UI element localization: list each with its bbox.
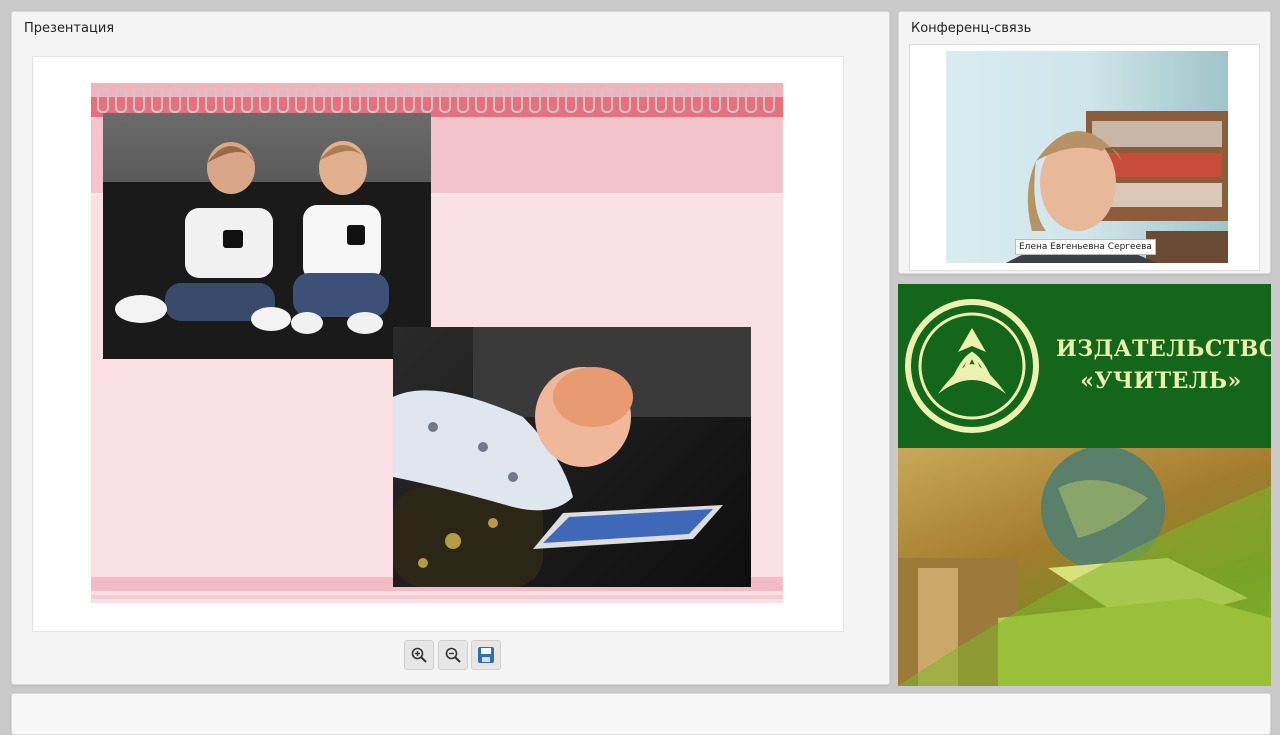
calendar-ring (313, 87, 325, 113)
calendar-ring (295, 87, 307, 113)
calendar-ring (421, 87, 433, 113)
calendar-ring (439, 87, 451, 113)
calendar-ring (259, 87, 271, 113)
calendar-ring (547, 87, 559, 113)
publisher-name-line1: ИЗДАТЕЛЬСТВО (1056, 336, 1271, 362)
save-button[interactable] (471, 640, 501, 670)
calendar-ring (637, 87, 649, 113)
calendar-ring (187, 87, 199, 113)
slide (91, 83, 783, 603)
calendar-ring (529, 87, 541, 113)
calendar-ring (727, 87, 739, 113)
publisher-emblem-icon (905, 299, 1039, 433)
calendar-ring (403, 87, 415, 113)
publisher-logo-area: ИЗДАТЕЛЬСТВО «УЧИТЕЛЬ» (898, 284, 1271, 448)
conference-panel: Конференц-связь Елена Евгеньевна Сергеев… (898, 11, 1271, 274)
bottom-bar (11, 693, 1271, 735)
calendar-ring (97, 87, 109, 113)
publisher-banner[interactable]: ИЗДАТЕЛЬСТВО «УЧИТЕЛЬ» (898, 284, 1271, 686)
calendar-ring (709, 87, 721, 113)
calendar-ring (763, 87, 775, 113)
conference-title: Конференц-связь (911, 21, 1032, 36)
video-frame: Елена Евгеньевна Сергеева (909, 44, 1260, 271)
calendar-ring (205, 87, 217, 113)
calendar-ring (475, 87, 487, 113)
zoom-in-button[interactable] (404, 640, 434, 670)
calendar-ring (583, 87, 595, 113)
calendar-ring (115, 87, 127, 113)
calendar-ring (385, 87, 397, 113)
presentation-panel: Презентация (11, 11, 890, 685)
calendar-ring (493, 87, 505, 113)
calendar-ring (565, 87, 577, 113)
participant-video[interactable]: Елена Евгеньевна Сергеева (946, 51, 1228, 263)
slide-photo-toddlers (103, 113, 431, 359)
participant-name-tag: Елена Евгеньевна Сергеева (1015, 239, 1156, 255)
calendar-ring (331, 87, 343, 113)
publisher-name-line2: «УЧИТЕЛЬ» (1080, 368, 1242, 394)
calendar-ring (349, 87, 361, 113)
calendar-ring (151, 87, 163, 113)
zoom-out-icon (445, 647, 461, 663)
calendar-ring (241, 87, 253, 113)
calendar-ring (673, 87, 685, 113)
calendar-ring (367, 87, 379, 113)
calendar-ring (223, 87, 235, 113)
slide-viewer[interactable] (32, 56, 844, 632)
calendar-ring (169, 87, 181, 113)
calendar-ring (511, 87, 523, 113)
zoom-out-button[interactable] (438, 640, 468, 670)
calendar-ring (133, 87, 145, 113)
calendar-ring (601, 87, 613, 113)
save-icon (478, 647, 494, 663)
slide-calendar-rings (91, 83, 783, 117)
calendar-ring (619, 87, 631, 113)
calendar-ring (655, 87, 667, 113)
zoom-in-icon (411, 647, 427, 663)
calendar-ring (745, 87, 757, 113)
publisher-banner-image (898, 446, 1271, 686)
calendar-ring (457, 87, 469, 113)
calendar-ring (691, 87, 703, 113)
slide-photo-baby-tablet (393, 327, 751, 587)
calendar-ring (277, 87, 289, 113)
presentation-title: Презентация (24, 21, 115, 36)
